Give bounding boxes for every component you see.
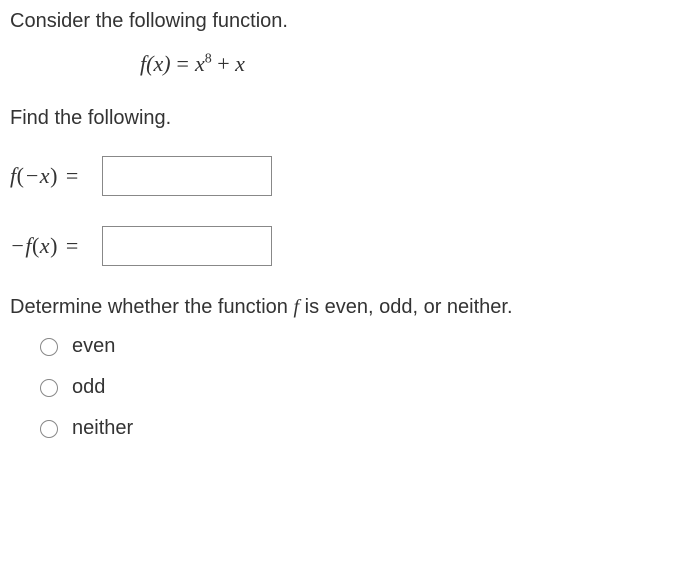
label-f-neg-x: f(−x)= — [10, 163, 102, 189]
radio-row-odd: odd — [40, 376, 683, 399]
radio-row-neither: neither — [40, 417, 683, 440]
determine-pre: Determine whether the function — [10, 296, 294, 318]
radio-even[interactable] — [40, 338, 58, 356]
radio-label-neither[interactable]: neither — [72, 417, 133, 440]
label-inner: −x — [24, 163, 50, 188]
formula-equals: = — [171, 51, 195, 76]
row-f-neg-x: f(−x)= — [10, 156, 683, 196]
label-eq: = — [58, 233, 79, 258]
label-prefix: f — [10, 163, 17, 188]
radio-neither[interactable] — [40, 420, 58, 438]
formula-term2: x — [235, 51, 245, 76]
radio-odd[interactable] — [40, 379, 58, 397]
formula-base: x — [195, 51, 205, 76]
label-inner: x — [40, 233, 50, 258]
input-f-neg-x[interactable] — [102, 156, 272, 196]
input-neg-f-x[interactable] — [102, 226, 272, 266]
formula-exponent: 8 — [205, 52, 212, 67]
function-formula: f(x)=x8 + x — [140, 51, 683, 77]
radio-group: even odd neither — [40, 335, 683, 440]
radio-label-odd[interactable]: odd — [72, 376, 105, 399]
label-eq: = — [58, 163, 79, 188]
determine-prompt: Determine whether the function f is even… — [10, 296, 683, 319]
radio-row-even: even — [40, 335, 683, 358]
intro-text: Consider the following function. — [10, 10, 683, 33]
label-prefix: −f — [10, 233, 32, 258]
radio-label-even[interactable]: even — [72, 335, 115, 358]
label-neg-f-x: −f(x)= — [10, 233, 102, 259]
formula-lhs: f(x) — [140, 51, 171, 76]
determine-post: is even, odd, or neither. — [299, 296, 512, 318]
row-neg-f-x: −f(x)= — [10, 226, 683, 266]
formula-plus: + — [212, 51, 235, 76]
find-prompt: Find the following. — [10, 107, 683, 130]
